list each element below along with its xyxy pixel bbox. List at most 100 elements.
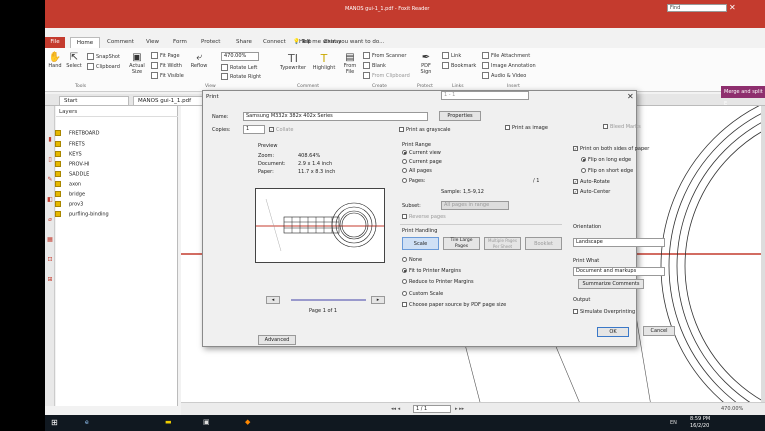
file-attachment-button[interactable]: File Attachment [482, 52, 530, 59]
orientation-select[interactable]: Landscape [573, 238, 665, 247]
auto-rotate-checkbox[interactable]: ✓ Auto-Rotate [573, 179, 610, 185]
pages-icon[interactable]: ▯ [46, 156, 54, 164]
find-input[interactable]: Find [667, 4, 727, 12]
pages-input[interactable]: 1 - 1 [441, 91, 529, 100]
bookmark-icon[interactable]: ▮ [46, 136, 54, 144]
layer-item[interactable]: PROV-HI [55, 161, 90, 168]
properties-button[interactable]: Properties [439, 111, 481, 121]
merge-split-button[interactable]: Merge and split E [721, 86, 765, 107]
explorer-icon[interactable]: ▬ [165, 418, 172, 426]
ok-button[interactable]: OK [597, 327, 629, 337]
layer-checkbox[interactable] [55, 201, 61, 207]
select-tool[interactable]: ⇱ Select [65, 52, 83, 69]
prev-page-button[interactable]: ◂ [266, 296, 280, 304]
layer-checkbox[interactable] [55, 171, 61, 177]
lock-icon[interactable]: ⊡ [46, 256, 54, 264]
scale-button[interactable]: Scale [402, 237, 439, 250]
layer-item[interactable]: FRETS [55, 141, 85, 148]
language-indicator[interactable]: EN [670, 420, 677, 426]
actual-size-button[interactable]: ▣ Actual Size [128, 52, 146, 75]
printer-select[interactable]: Samsung M332x 382x 402x Series [243, 112, 428, 121]
tab-start[interactable]: Start [59, 96, 129, 106]
layer-item[interactable]: purfling-binding [55, 211, 109, 218]
next-page-icon[interactable]: ▸ ▸▸ [455, 406, 464, 412]
layers-icon[interactable]: ◧ [46, 196, 54, 204]
current-page-radio[interactable]: Current page [402, 159, 442, 165]
tab-view[interactable]: View [146, 39, 159, 45]
collate-checkbox[interactable]: ✓ Collate [269, 127, 293, 133]
fields-icon[interactable]: ▦ [46, 236, 54, 244]
short-edge-radio[interactable]: Flip on short edge [581, 168, 633, 174]
status-zoom[interactable]: 470.00% [721, 406, 743, 412]
foxit-icon[interactable]: ◆ [245, 418, 250, 426]
layer-checkbox[interactable] [55, 211, 61, 217]
tab-protect[interactable]: Protect [201, 39, 220, 45]
custom-scale-radio[interactable]: Custom Scale [402, 291, 443, 297]
blank-button[interactable]: Blank [363, 62, 386, 69]
tab-extras[interactable]: Extras [324, 39, 341, 45]
tag-icon[interactable]: ⊞ [46, 276, 54, 284]
tab-connect[interactable]: Connect [263, 39, 286, 45]
close-icon[interactable]: ✕ [729, 3, 736, 12]
pdf-sign-button[interactable]: ✒ PDF Sign [417, 52, 435, 75]
print-image-checkbox[interactable]: Print as image [505, 125, 548, 131]
simulate-overprinting-checkbox[interactable]: Simulate Overprinting [573, 309, 635, 315]
layer-item[interactable]: FRETBOARD [55, 130, 100, 137]
paper-source-checkbox[interactable]: Choose paper source by PDF page size [402, 302, 506, 308]
fit-visible-button[interactable]: Fit Visible [151, 72, 184, 79]
tab-help[interactable]: Help [299, 39, 312, 45]
layer-checkbox[interactable] [55, 181, 61, 187]
from-clipboard-button[interactable]: From Clipboard [363, 72, 410, 79]
hand-tool[interactable]: ✋ Hand [47, 52, 63, 69]
copies-stepper[interactable]: 1 [243, 125, 265, 134]
layer-item[interactable]: KEYS [55, 151, 82, 158]
bleed-marks-checkbox[interactable]: Bleed Marks [603, 124, 641, 130]
grayscale-checkbox[interactable]: Print as grayscale [399, 127, 451, 133]
all-pages-radio[interactable]: All pages [402, 168, 432, 174]
from-scanner-button[interactable]: From Scanner [363, 52, 406, 59]
both-sides-checkbox[interactable]: ✓ Print on both sides of paper [573, 146, 649, 152]
page-slider[interactable] [291, 299, 366, 301]
reduce-margins-radio[interactable]: Reduce to Printer Margins [402, 279, 474, 285]
from-file-button[interactable]: ▤ From File [341, 52, 359, 75]
tab-form[interactable]: Form [173, 39, 187, 45]
summarize-comments-button[interactable]: Summarize Comments [578, 279, 644, 289]
advanced-button[interactable]: Advanced [258, 335, 296, 345]
fit-page-button[interactable]: Fit Page [151, 52, 180, 59]
layer-item[interactable]: bridge [55, 191, 85, 198]
start-icon[interactable]: ⊞ [51, 418, 58, 427]
file-menu[interactable]: File [45, 37, 65, 48]
layer-item[interactable]: SADDLE [55, 171, 89, 178]
current-view-radio[interactable]: Current view [402, 150, 441, 156]
vertical-scrollbar[interactable] [761, 106, 765, 402]
edge-icon[interactable]: e [85, 419, 89, 426]
layer-checkbox[interactable] [55, 151, 61, 157]
comments-icon[interactable]: ✎ [46, 176, 54, 184]
page-number-input[interactable]: 1 / 1 [413, 405, 451, 413]
audio-video-button[interactable]: Audio & Video [482, 72, 526, 79]
highlight-button[interactable]: T Highlight [310, 52, 338, 71]
close-icon[interactable]: ✕ [627, 92, 634, 101]
prev-page-icon[interactable]: ◂◂ ◂ [391, 406, 400, 412]
reflow-button[interactable]: ⤶ Reflow [190, 52, 208, 69]
fit-width-button[interactable]: Fit Width [151, 62, 182, 69]
rotate-left-button[interactable]: Rotate Left [221, 64, 257, 71]
snapshot-button[interactable]: SnapShot [87, 53, 120, 60]
image-annotation-button[interactable]: Image Annotation [482, 62, 536, 69]
layer-item[interactable]: prov3 [55, 201, 83, 208]
bookmark-button[interactable]: Bookmark [442, 62, 476, 69]
tab-document[interactable]: MANOS gui-1_1.pdf [133, 96, 203, 106]
link-button[interactable]: Link [442, 52, 461, 59]
cancel-button[interactable]: Cancel [643, 326, 675, 336]
next-page-button[interactable]: ▸ [371, 296, 385, 304]
booklet-button[interactable]: Booklet [525, 237, 562, 250]
layer-checkbox[interactable] [55, 141, 61, 147]
print-what-select[interactable]: Document and markups [573, 267, 665, 276]
pages-radio[interactable]: Pages: [402, 178, 425, 184]
none-radio[interactable]: None [402, 257, 422, 263]
subset-select[interactable]: All pages in range [441, 201, 509, 210]
tab-comment[interactable]: Comment [107, 39, 134, 45]
clipboard-button[interactable]: Clipboard [87, 63, 120, 70]
fit-margins-radio[interactable]: Fit to Printer Margins [402, 268, 461, 274]
auto-center-checkbox[interactable]: ✓ Auto-Center [573, 189, 610, 195]
